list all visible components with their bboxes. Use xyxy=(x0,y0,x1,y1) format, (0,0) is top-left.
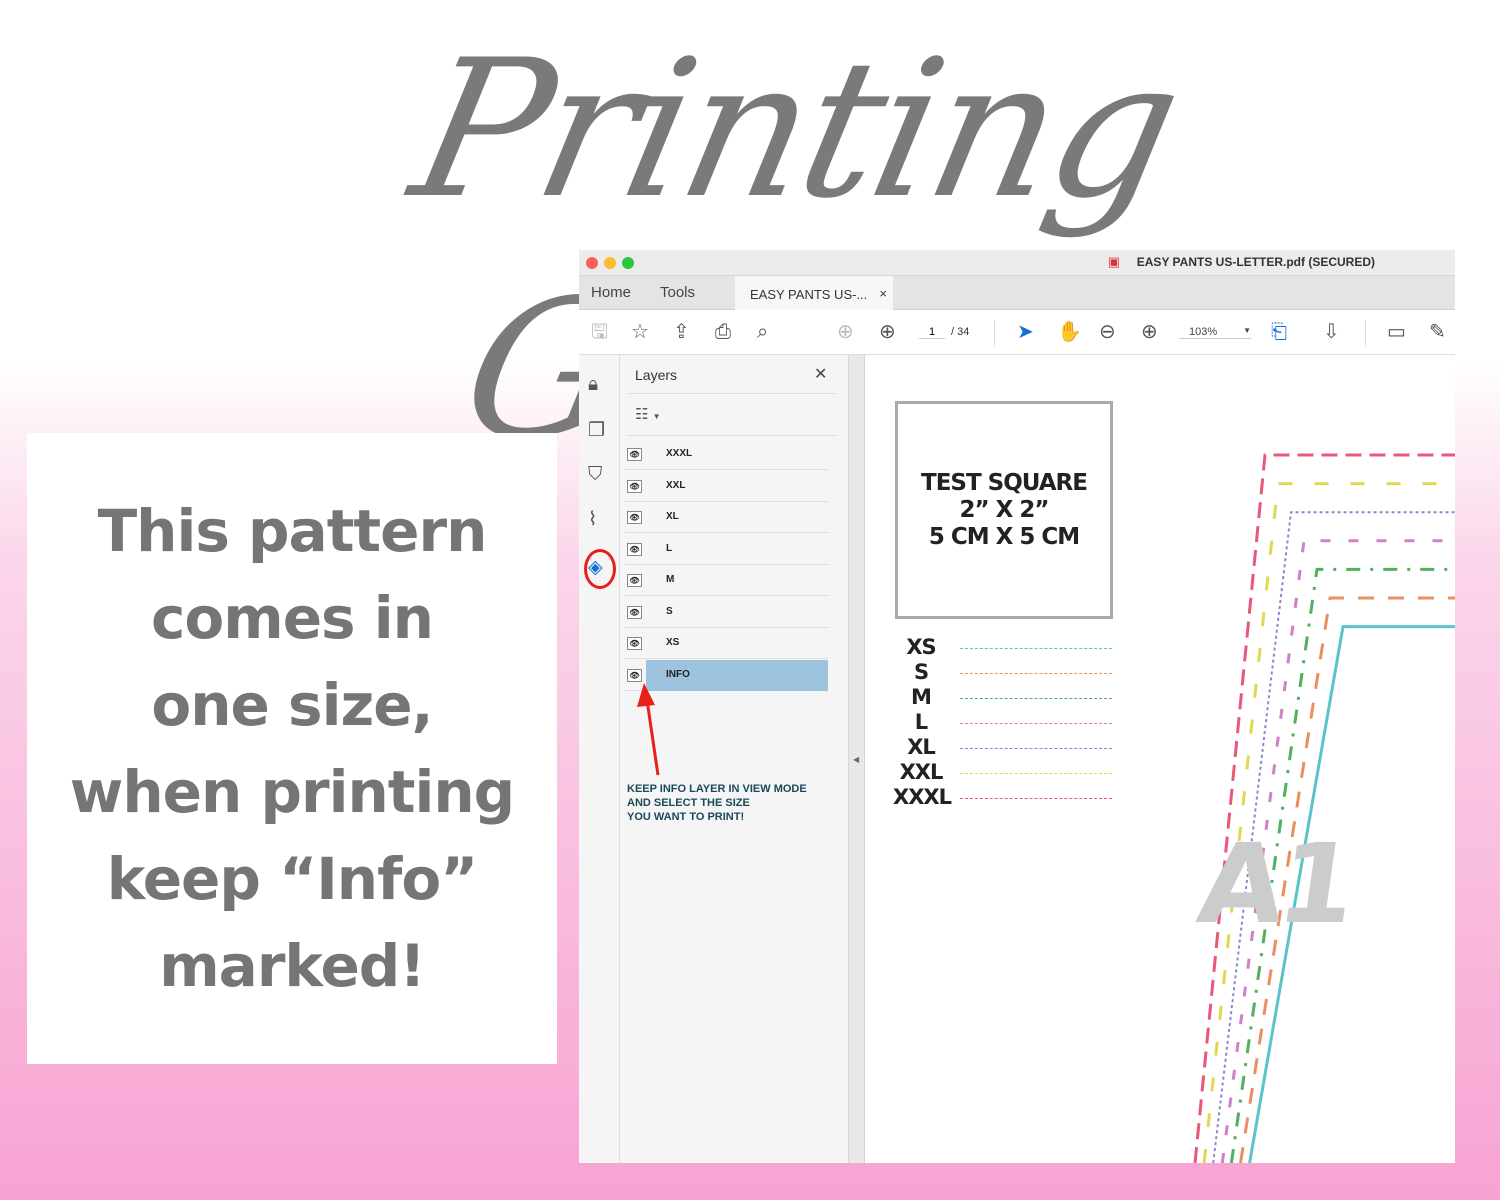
piece-label: A1 xyxy=(1191,820,1359,948)
print-icon[interactable]: ⎙ xyxy=(715,321,731,343)
zoom-in-icon[interactable]: ⊕ xyxy=(1141,321,1158,343)
layer-annotation: KEEP INFO LAYER IN VIEW MODE AND SELECT … xyxy=(627,783,807,823)
size-label: XL xyxy=(907,735,936,759)
size-line-sample xyxy=(960,723,1112,724)
zoom-select[interactable]: 103% ▼ xyxy=(1179,326,1251,339)
search-icon[interactable]: ⌕ xyxy=(757,321,768,343)
size-line-sample xyxy=(960,798,1112,799)
size-line-sample xyxy=(960,698,1112,699)
tab-home[interactable]: Home xyxy=(591,284,631,301)
collapse-arrow-icon[interactable]: ◀ xyxy=(853,755,859,764)
title-bar: ▣ EASY PANTS US-LETTER.pdf (SECURED) xyxy=(579,250,1455,276)
bookmark-icon[interactable]: ⛉ xyxy=(588,464,602,486)
layers-icon[interactable]: ◈ xyxy=(588,556,603,579)
page-total: / 34 xyxy=(951,326,970,338)
size-line-sample xyxy=(960,748,1112,749)
window-title: EASY PANTS US-LETTER.pdf (SECURED) xyxy=(1136,255,1375,269)
size-line-sample xyxy=(960,648,1112,649)
page-number-input[interactable]: 1 xyxy=(919,326,945,339)
tab-document[interactable]: EASY PANTS US-... × xyxy=(735,276,893,310)
next-page-icon[interactable]: ⊕ xyxy=(879,321,896,343)
size-label: XXL xyxy=(899,760,944,784)
pattern-line-xxxl xyxy=(1193,453,1455,1163)
highlight-pen-icon[interactable]: ✎ xyxy=(1429,321,1446,343)
tab-tools[interactable]: Tools xyxy=(660,284,695,301)
size-label: S xyxy=(913,660,929,684)
previous-page-icon[interactable]: ⊕ xyxy=(837,321,854,343)
tab-bar: Home Tools EASY PANTS US-... × xyxy=(579,276,1455,310)
hand-tool-icon[interactable]: ✋ xyxy=(1057,321,1082,343)
zoom-window-button[interactable] xyxy=(622,257,634,269)
divider xyxy=(1365,320,1366,346)
toolbar: 🖫 ☆ ⇪ ⎙ ⌕ ⊕ ⊕ 1 / 34 ➤ ✋ ⊖ ⊕ 103% ▼ ⎗ ⇩ … xyxy=(579,310,1455,355)
minimize-window-button[interactable] xyxy=(604,257,616,269)
test-square: TEST SQUARE 2” X 2” 5 CM X 5 CM xyxy=(895,401,1113,619)
pdf-reader-window: ▣ EASY PANTS US-LETTER.pdf (SECURED) Hom… xyxy=(579,250,1455,1163)
lock-icon[interactable]: 🔒︎ xyxy=(588,374,598,396)
pdf-file-icon: ▣ xyxy=(1107,254,1120,269)
star-icon[interactable]: ☆ xyxy=(631,321,649,343)
size-line-sample xyxy=(960,773,1112,774)
zoom-out-icon[interactable]: ⊖ xyxy=(1099,321,1116,343)
close-window-button[interactable] xyxy=(586,257,598,269)
annotation-arrow xyxy=(637,683,660,776)
document-page: TEST SQUARE 2” X 2” 5 CM X 5 CM XS S M L XL X… xyxy=(865,355,1455,1163)
size-label: L xyxy=(914,710,928,734)
instruction-text: This pattern comes in one size, when pri… xyxy=(69,496,515,1000)
fit-page-icon[interactable]: ⎗ xyxy=(1271,321,1287,343)
size-label: XXXL xyxy=(893,785,952,809)
chevron-down-icon: ▼ xyxy=(1243,326,1251,335)
instruction-card: This pattern comes in one size, when pri… xyxy=(27,433,557,1064)
size-label: XS xyxy=(906,635,936,659)
size-line-sample xyxy=(960,673,1112,674)
select-arrow-icon[interactable]: ➤ xyxy=(1017,321,1034,343)
save-icon[interactable]: 🖫 xyxy=(591,321,608,343)
divider xyxy=(994,320,995,346)
layers-panel: Layers ✕ ☷ ▼ 👁︎ XXXL 👁︎ XXL 👁︎ XL 👁︎ L 👁︎ M 👁︎ S 👁︎ X… xyxy=(620,355,848,1163)
size-label: M xyxy=(911,685,932,709)
close-tab-icon[interactable]: × xyxy=(879,286,887,301)
pages-icon[interactable]: ❐ xyxy=(588,419,605,442)
comment-icon[interactable]: ▭ xyxy=(1387,321,1406,343)
upload-cloud-icon[interactable]: ⇪ xyxy=(673,321,690,343)
panel-splitter[interactable]: ◀ xyxy=(848,355,865,1163)
side-tool-rail: 🔒︎ ❐ ⛉ ⌇ ◈ xyxy=(579,355,620,1163)
scroll-mode-icon[interactable]: ⇩ xyxy=(1323,321,1340,343)
attachment-icon[interactable]: ⌇ xyxy=(588,508,597,531)
